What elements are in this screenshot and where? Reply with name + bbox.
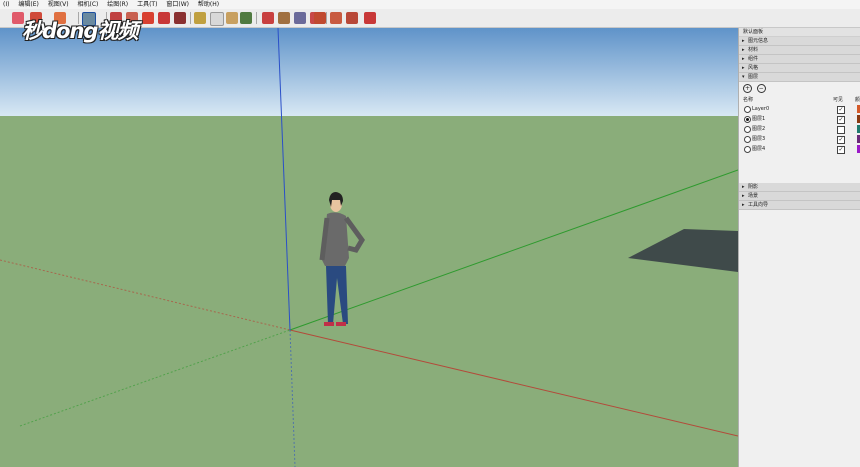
lower-sections: ▸ 阴影 ▸ 场景 ▸ 工具向导 [739,183,860,210]
column-visible: 可见 [833,97,844,103]
layers-list: Layer0 ✓ 图层1 ✓ 图层2 图层3 ✓ 图层4 ✓ [739,104,860,154]
follow-me-tool-icon[interactable] [158,12,170,24]
section-layers[interactable]: ▾ 图层 [739,73,860,82]
layer-toolbar: + − [739,82,860,94]
toolbar-separator [256,12,257,24]
menu-bar: (I) 编辑(E) 视图(V) 相机(C) 绘图(R) 工具(T) 窗口(W) … [0,0,860,9]
section-instructor[interactable]: ▸ 工具向导 [739,201,860,210]
dimension-tool-icon[interactable] [210,12,224,26]
layer-visible-checkbox[interactable] [837,126,845,134]
layer-visible-checkbox[interactable]: ✓ [837,116,845,124]
menu-item-edit[interactable]: 编辑(E) [18,1,38,8]
toolbar-separator [326,12,327,24]
menu-item-tools[interactable]: 工具(T) [137,1,157,8]
active-layer-radio[interactable] [744,146,751,153]
watermark-logo: 秒dong视频 [22,19,138,43]
panel-title: 默认面板 [739,28,860,37]
layer-row[interactable]: 图层3 ✓ [739,134,860,144]
extension-warehouse-icon[interactable] [346,12,358,24]
layer-name[interactable]: Layer0 [752,106,769,112]
3d-warehouse-icon[interactable] [314,12,326,24]
menu-item-window[interactable]: 窗口(W) [166,1,189,8]
layer-visible-checkbox[interactable]: ✓ [837,136,845,144]
active-layer-radio[interactable] [744,106,751,113]
ruby-console-icon[interactable] [364,12,376,24]
scene-canvas [0,28,738,467]
layer-visible-checkbox[interactable]: ✓ [837,146,845,154]
active-layer-radio[interactable] [744,116,751,123]
active-layer-radio[interactable] [744,136,751,143]
protractor-tool-icon[interactable] [226,12,238,24]
3d-viewport[interactable] [0,28,738,467]
layer-visible-checkbox[interactable]: ✓ [837,106,845,114]
layer-name[interactable]: 图层2 [752,126,765,132]
toolbar-separator [190,12,191,24]
layer-name[interactable]: 图层3 [752,136,765,142]
orbit-tool-icon[interactable] [262,12,274,24]
zoom-tool-icon[interactable] [294,12,306,24]
section-entity-info[interactable]: ▸ 图元信息 [739,37,860,46]
layer-row[interactable]: 图层2 [739,124,860,134]
layer-row[interactable]: 图层4 ✓ [739,144,860,154]
section-components[interactable]: ▸ 组件 [739,55,860,64]
section-styles[interactable]: ▸ 风格 [739,64,860,73]
column-name: 名称 [743,97,754,103]
components-icon[interactable] [330,12,342,24]
layer-name[interactable]: 图层1 [752,116,765,122]
offset-tool-icon[interactable] [174,12,186,24]
menu-item-file[interactable]: (I) [3,1,9,8]
layer-row[interactable]: 图层1 ✓ [739,114,860,124]
menu-item-camera[interactable]: 相机(C) [78,1,99,8]
add-layer-icon[interactable]: + [743,84,752,93]
pan-tool-icon[interactable] [278,12,290,24]
ground [0,116,738,467]
layers-header: 名称 可见 颜 [739,96,860,104]
menu-item-help[interactable]: 帮助(H) [198,1,219,8]
remove-layer-icon[interactable]: − [756,84,766,93]
section-shadows[interactable]: ▸ 阴影 [739,183,860,192]
default-tray-panel: 默认面板 ▸ 图元信息 ▸ 材料 ▸ 组件 ▸ 风格 ▾ 图层 + − 名称 可见 颜 L… [738,28,860,467]
rotate-tool-icon[interactable] [142,12,154,24]
section-materials[interactable]: ▸ 材料 [739,46,860,55]
menu-item-draw[interactable]: 绘图(R) [107,1,128,8]
menu-item-view[interactable]: 视图(V) [48,1,69,8]
active-layer-radio[interactable] [744,126,751,133]
tape-measure-tool-icon[interactable] [194,12,206,24]
column-color: 颜 [855,97,860,103]
section-scenes[interactable]: ▸ 场景 [739,192,860,201]
layer-row[interactable]: Layer0 ✓ [739,104,860,114]
text-tool-icon[interactable] [240,12,252,24]
layer-name[interactable]: 图层4 [752,146,765,152]
